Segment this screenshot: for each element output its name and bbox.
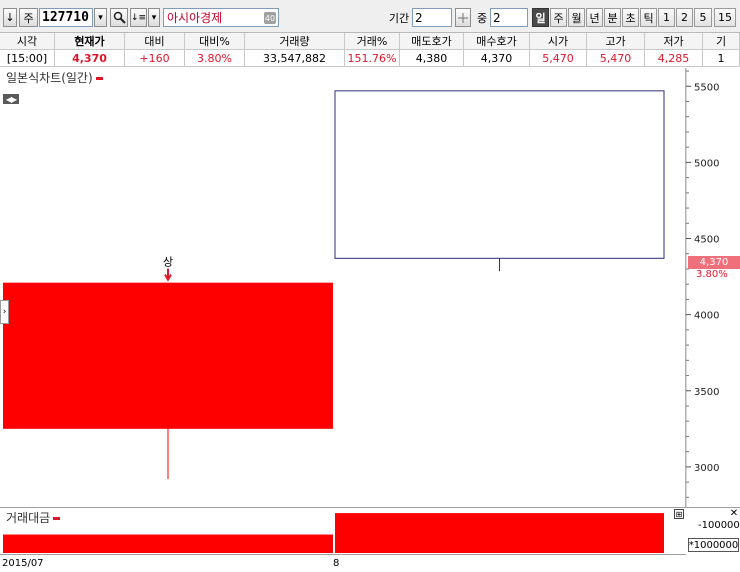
quote-value-cell: 33,547,882 — [245, 50, 345, 66]
period-button[interactable]: 년 — [586, 8, 603, 27]
candle-body — [334, 90, 665, 259]
quote-header-cell: 매도호가 — [400, 33, 464, 49]
quote-value-cell: 151.76% — [345, 50, 400, 66]
period-button[interactable]: 5 — [694, 8, 712, 27]
quote-value-cell: 4,370 — [55, 50, 125, 66]
axis-tick-label: 5000 — [694, 158, 719, 169]
period-button[interactable]: 틱 — [640, 8, 657, 27]
axis-tick-label: 3500 — [694, 387, 719, 398]
volume-legend-swatch — [53, 517, 61, 520]
volume-bar — [335, 513, 664, 553]
period-button[interactable]: 15 — [714, 8, 736, 27]
quote-header-cell: 거래% — [345, 33, 400, 49]
sort-button[interactable]: ↓≡ — [130, 8, 147, 27]
quote-header-cell: 저가 — [645, 33, 703, 49]
quote-value-row: [15:00] 4,370 +160 3.80% 33,547,882 151.76% 4,… — [0, 50, 740, 67]
quote-value-cell: 4,380 — [400, 50, 464, 66]
period-button[interactable]: 1 — [658, 8, 675, 27]
date-label: 8 — [333, 558, 340, 569]
axis-tick-label: 3000 — [694, 463, 719, 474]
volume-title-text: 거래대금 — [6, 511, 51, 525]
close-icon[interactable]: ✕ — [729, 508, 739, 519]
period-button[interactable]: 일 — [532, 8, 549, 27]
limit-arrow-icon — [164, 268, 172, 282]
stock-type-button[interactable]: 주 — [19, 8, 38, 27]
magnifier-icon — [113, 11, 126, 24]
quote-header-cell: 현재가 — [55, 33, 125, 49]
arrow-down-button[interactable]: ↓ — [3, 8, 17, 27]
quote-header-cell: 기 — [703, 33, 740, 49]
quote-value-cell: 5,470 — [587, 50, 645, 66]
middle-input[interactable]: 2 — [490, 8, 528, 27]
move-icon-button[interactable] — [455, 8, 471, 27]
quote-value-cell: 3.80% — [185, 50, 245, 66]
quote-header-cell: 시가 — [530, 33, 587, 49]
code-dropdown-button[interactable]: ▾ — [94, 8, 107, 27]
current-percent-tag: 3.80% — [696, 269, 728, 280]
volume-chart — [3, 513, 664, 553]
volume-axis-tick-text: 100000 — [701, 520, 740, 531]
price-axis[interactable]: 5500 5000 4500 4000 3500 3000 — [686, 68, 740, 508]
sort-dropdown-button[interactable]: ▾ — [148, 8, 160, 27]
date-axis: 2015/07 8 — [0, 554, 686, 572]
date-label: 2015/07 — [2, 558, 44, 569]
side-panel-handle[interactable]: › — [0, 300, 9, 324]
volume-title: 거래대금 — [6, 509, 61, 526]
quote-value-cell: 5,470 — [530, 50, 587, 66]
middle-label: 중 — [476, 11, 488, 25]
volume-axis-tick: -100000 — [698, 520, 740, 531]
move-arrows-icon — [458, 12, 468, 23]
candle-chart: 상 — [3, 90, 665, 480]
name-badge[interactable]: 40 — [264, 12, 276, 24]
quote-value-cell: 1 — [703, 50, 740, 66]
quote-header-row: 시각 현재가 대비 대비% 거래량 거래% 매도호가 매수호가 시가 고가 저가 기 — [0, 33, 740, 50]
period-input[interactable]: 2 — [412, 8, 452, 27]
period-button[interactable]: 2 — [676, 8, 693, 27]
quote-table: 시각 현재가 대비 대비% 거래량 거래% 매도호가 매수호가 시가 고가 저가 기 [15:00] 4… — [0, 33, 740, 67]
quote-value-cell: +160 — [125, 50, 185, 66]
stock-name-field[interactable]: 아시아경제 40 — [163, 8, 279, 27]
search-button[interactable] — [110, 8, 128, 27]
quote-header-cell: 대비 — [125, 33, 185, 49]
quote-header-cell: 고가 — [587, 33, 645, 49]
stock-name-text: 아시아경제 — [167, 11, 223, 25]
quote-value-cell: 4,285 — [645, 50, 703, 66]
current-price-tag: 4,370 — [688, 256, 740, 269]
limit-label: 상 — [163, 256, 173, 269]
axis-tick-label: 4500 — [694, 235, 719, 246]
period-button[interactable]: 월 — [568, 8, 585, 27]
quote-header-cell: 시각 — [0, 33, 55, 49]
period-label: 기간 — [388, 11, 410, 25]
axis-tick-label: 4000 — [694, 311, 719, 322]
stock-code-input[interactable]: 127710 — [39, 8, 93, 27]
volume-bar — [3, 534, 333, 553]
quote-header-cell: 대비% — [185, 33, 245, 49]
expand-icon[interactable]: ⊞ — [674, 509, 684, 519]
quote-value-cell: 4,370 — [464, 50, 530, 66]
quote-header-cell: 매수호가 — [464, 33, 530, 49]
volume-unit-label[interactable]: *1000000 — [688, 538, 739, 552]
candle-body — [3, 282, 333, 429]
quote-value-cell: [15:00] — [0, 50, 55, 66]
period-button[interactable]: 분 — [604, 8, 621, 27]
period-button[interactable]: 주 — [550, 8, 567, 27]
quote-header-cell: 거래량 — [245, 33, 345, 49]
axis-tick-label: 5500 — [694, 82, 719, 93]
period-button[interactable]: 초 — [622, 8, 639, 27]
toolbar: ↓ 주 127710 ▾ ↓≡ ▾ 아시아경제 40 기간 2 중 2 일주월년… — [0, 0, 740, 33]
